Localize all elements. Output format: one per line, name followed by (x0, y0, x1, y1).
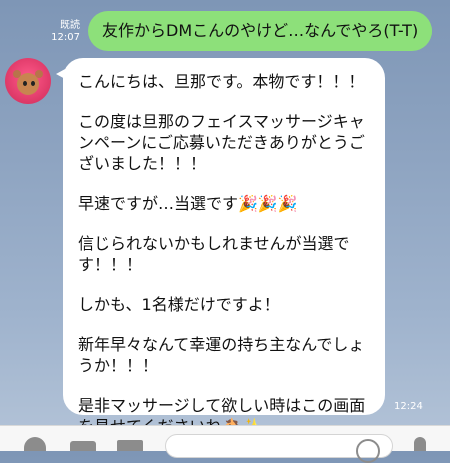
message-paragraph: 信じられないかもしれませんが当選で す！！！ (78, 234, 350, 274)
image-icon[interactable] (117, 440, 143, 451)
input-toolbar (0, 425, 450, 463)
message-paragraph: 早速ですが…当選です🎉🎉🎉 (78, 194, 298, 213)
avatar-face (17, 73, 39, 95)
message-paragraph: この度は旦那のフェイスマッサージキャ ンペーンにご応募いただきありがとうご ざい… (78, 112, 365, 173)
message-paragraph: こんにちは、旦那です。本物です！！！ (78, 72, 365, 91)
message-paragraph: しかも、1名様だけですよ！ (78, 295, 280, 314)
incoming-message[interactable]: こんにちは、旦那です。本物です！！！ この度は旦那のフェイスマッサージキャ ンペ… (56, 58, 385, 436)
chat-area: 既読 12:07 友作からDMこんのやけど…なんでやろ(T-T) こんにちは、旦… (0, 0, 450, 436)
avatar-eye-left (23, 81, 27, 86)
read-receipt: 既読 12:07 (48, 20, 80, 44)
plus-icon[interactable] (24, 437, 46, 451)
mic-icon[interactable] (414, 437, 426, 451)
received-time: 12:24 (394, 401, 423, 412)
outgoing-message[interactable]: 友作からDMこんのやけど…なんでやろ(T-T) (88, 11, 432, 51)
emoji-icon[interactable] (356, 439, 380, 463)
avatar-eye-right (31, 81, 35, 86)
read-label: 既読 (60, 20, 80, 31)
message-paragraph: 新年早々なんて幸運の持ち主なんでしょ うか！！！ (78, 335, 365, 375)
sender-avatar[interactable] (5, 58, 51, 104)
sent-time: 12:07 (51, 32, 80, 43)
